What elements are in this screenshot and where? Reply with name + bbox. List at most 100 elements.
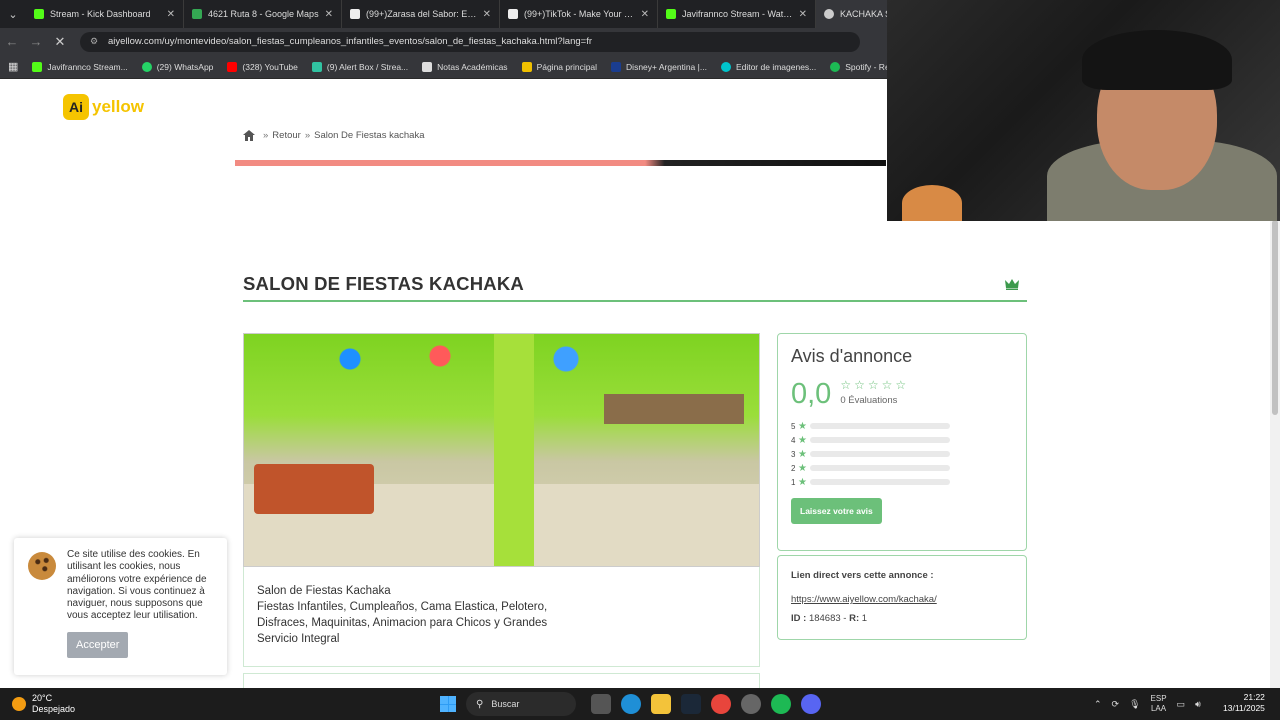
cookie-banner: Ce site utilise des cookies. En utilisan… bbox=[14, 538, 227, 675]
rating-score: 0,0 bbox=[791, 378, 832, 410]
accept-cookies-button[interactable]: Accepter bbox=[67, 632, 129, 658]
file-explorer-icon[interactable] bbox=[651, 694, 671, 714]
rating-bar: 5 ★ bbox=[791, 419, 1013, 433]
kick-icon bbox=[666, 9, 676, 19]
back-arrow-icon[interactable]: ← bbox=[0, 34, 24, 49]
star-icon: ★ bbox=[798, 434, 807, 446]
clock[interactable]: 21:22 13/11/2025 bbox=[1223, 692, 1265, 714]
start-windows-icon[interactable] bbox=[440, 696, 456, 712]
star-icon: ★ bbox=[798, 420, 807, 432]
volume-icon[interactable]: 🔊︎ bbox=[1195, 699, 1201, 710]
bookmark-item[interactable]: Javifrannco Stream... bbox=[32, 61, 128, 72]
stop-loading-icon[interactable]: ✕ bbox=[48, 34, 72, 50]
search-icon: ⚲ bbox=[476, 698, 484, 710]
spotify-icon[interactable] bbox=[771, 694, 791, 714]
leave-review-button[interactable]: Laissez votre avis bbox=[791, 498, 882, 524]
weather-widget[interactable]: 20°C Despejado bbox=[12, 693, 75, 715]
rating-bar: 2 ★ bbox=[791, 461, 1013, 475]
url-field[interactable]: ⚙ aiyellow.com/uy/montevideo/salon_fiesta… bbox=[80, 31, 860, 52]
youtube-icon bbox=[227, 61, 238, 72]
close-icon[interactable]: ✕ bbox=[483, 9, 491, 20]
app-icon[interactable] bbox=[741, 694, 761, 714]
chrome-icon[interactable] bbox=[711, 694, 731, 714]
taskbar-search[interactable]: ⚲ Buscar bbox=[466, 692, 576, 716]
webcam-overlay bbox=[887, 0, 1280, 221]
direct-link-url[interactable]: https://www.aiyellow.com/kachaka/ bbox=[791, 594, 1013, 605]
logo-mark: Ai bbox=[63, 94, 89, 120]
listing-id: ID : 184683 - R: 1 bbox=[791, 613, 868, 624]
canva-icon bbox=[720, 61, 731, 72]
chevron-up-icon[interactable]: ⌃ bbox=[1094, 699, 1102, 710]
bookmark-item[interactable]: (9) Alert Box / Strea... bbox=[311, 61, 408, 72]
title-underline bbox=[243, 300, 1027, 302]
listing-description: Salon de Fiestas Kachaka Fiestas Infanti… bbox=[243, 567, 760, 667]
language-indicator[interactable]: ESP LAA bbox=[1151, 694, 1167, 714]
reviews-panel: Avis d'annonce 0,0 ☆☆☆☆☆ 0 Évaluations 5… bbox=[777, 333, 1027, 551]
bookmark-item[interactable]: Disney+ Argentina |... bbox=[611, 61, 707, 72]
disney-icon bbox=[611, 61, 622, 72]
star-rating-icon: ☆☆☆☆☆ bbox=[840, 378, 910, 392]
reviews-heading: Avis d'annonce bbox=[791, 346, 913, 366]
apps-grid-icon[interactable]: ▦ bbox=[8, 60, 18, 73]
site-info-icon[interactable]: ⚙ bbox=[90, 36, 102, 47]
tiktok-icon bbox=[350, 9, 360, 19]
system-tray: ⌃ ⟳ 🎙︎ ESP LAA ▭ 🔊︎ bbox=[1094, 694, 1211, 714]
direct-link-panel: Lien direct vers cette annonce : https:/… bbox=[777, 555, 1027, 640]
close-icon[interactable]: ✕ bbox=[799, 9, 807, 20]
bookmark-item[interactable]: Página principal bbox=[521, 61, 597, 72]
star-icon: ★ bbox=[798, 448, 807, 460]
globe-icon bbox=[824, 9, 834, 19]
microphone-icon[interactable]: 🎙︎ bbox=[1129, 699, 1140, 710]
forward-arrow-icon[interactable]: → bbox=[24, 34, 48, 49]
streamlabs-icon bbox=[311, 61, 322, 72]
close-icon[interactable]: ✕ bbox=[325, 9, 333, 20]
page-icon bbox=[521, 61, 532, 72]
bookmark-item[interactable]: (328) YouTube bbox=[227, 61, 298, 72]
tab-kick-dashboard[interactable]: Stream - Kick Dashboard ✕ bbox=[26, 0, 184, 28]
taskview-icon[interactable] bbox=[591, 694, 611, 714]
breadcrumb: » Retour » Salon De Fiestas kachaka bbox=[243, 130, 424, 141]
close-icon[interactable]: ✕ bbox=[167, 9, 175, 20]
cookie-icon bbox=[28, 552, 56, 580]
bookmark-item[interactable]: Notas Académicas bbox=[422, 61, 508, 72]
rating-bar: 4 ★ bbox=[791, 433, 1013, 447]
listing-photo[interactable] bbox=[243, 333, 760, 567]
steam-icon[interactable] bbox=[681, 694, 701, 714]
next-section-box bbox=[243, 673, 760, 688]
edge-icon[interactable] bbox=[621, 694, 641, 714]
document-icon bbox=[422, 61, 433, 72]
tab-tiktok-zarasa[interactable]: (99+)Zarasa del Sabor: El Poder...✕ bbox=[342, 0, 500, 28]
weather-icon bbox=[12, 697, 26, 711]
review-count: 0 Évaluations bbox=[840, 395, 898, 406]
whatsapp-icon bbox=[141, 61, 152, 72]
tiktok-icon bbox=[508, 9, 518, 19]
logo-word: yellow bbox=[92, 97, 144, 116]
star-icon: ★ bbox=[798, 462, 807, 474]
breadcrumb-current: Salon De Fiestas kachaka bbox=[314, 130, 425, 141]
spotify-icon bbox=[830, 61, 841, 72]
tab-list-chevron-icon[interactable]: ⌄ bbox=[0, 0, 26, 28]
cover-image-strip bbox=[235, 160, 886, 166]
rating-distribution: 5 ★ 4 ★ 3 ★ 2 ★ 1 ★ bbox=[791, 419, 1013, 489]
direct-link-label: Lien direct vers cette annonce : bbox=[791, 570, 934, 581]
tab-javifrannco-stream[interactable]: Javifrannco Stream - Watch Live✕ bbox=[658, 0, 816, 28]
kick-icon bbox=[34, 9, 44, 19]
crown-icon bbox=[1005, 279, 1019, 290]
windows-taskbar: 20°C Despejado ⚲ Buscar ⌃ ⟳ 🎙︎ ESP LAA ▭ 🔊︎… bbox=[0, 688, 1280, 720]
tab-google-maps[interactable]: 4621 Ruta 8 - Google Maps ✕ bbox=[184, 0, 342, 28]
site-logo[interactable]: Ai yellow bbox=[63, 94, 144, 120]
bookmark-item[interactable]: (29) WhatsApp bbox=[141, 61, 213, 72]
discord-icon[interactable] bbox=[801, 694, 821, 714]
star-icon: ★ bbox=[798, 476, 807, 488]
cookie-text: Ce site utilise des cookies. En utilisan… bbox=[67, 549, 207, 622]
page-title: SALON DE FIESTAS KACHAKA bbox=[243, 273, 524, 294]
breadcrumb-back-link[interactable]: Retour bbox=[272, 130, 301, 141]
kick-icon bbox=[32, 61, 43, 72]
home-icon[interactable] bbox=[243, 130, 255, 141]
close-icon[interactable]: ✕ bbox=[641, 9, 649, 20]
rating-bar: 3 ★ bbox=[791, 447, 1013, 461]
sync-icon[interactable]: ⟳ bbox=[1112, 699, 1120, 710]
network-icon[interactable]: ▭ bbox=[1177, 699, 1186, 710]
tab-tiktok[interactable]: (99+)TikTok - Make Your Day ✕ bbox=[500, 0, 658, 28]
bookmark-item[interactable]: Editor de imagenes... bbox=[720, 61, 816, 72]
